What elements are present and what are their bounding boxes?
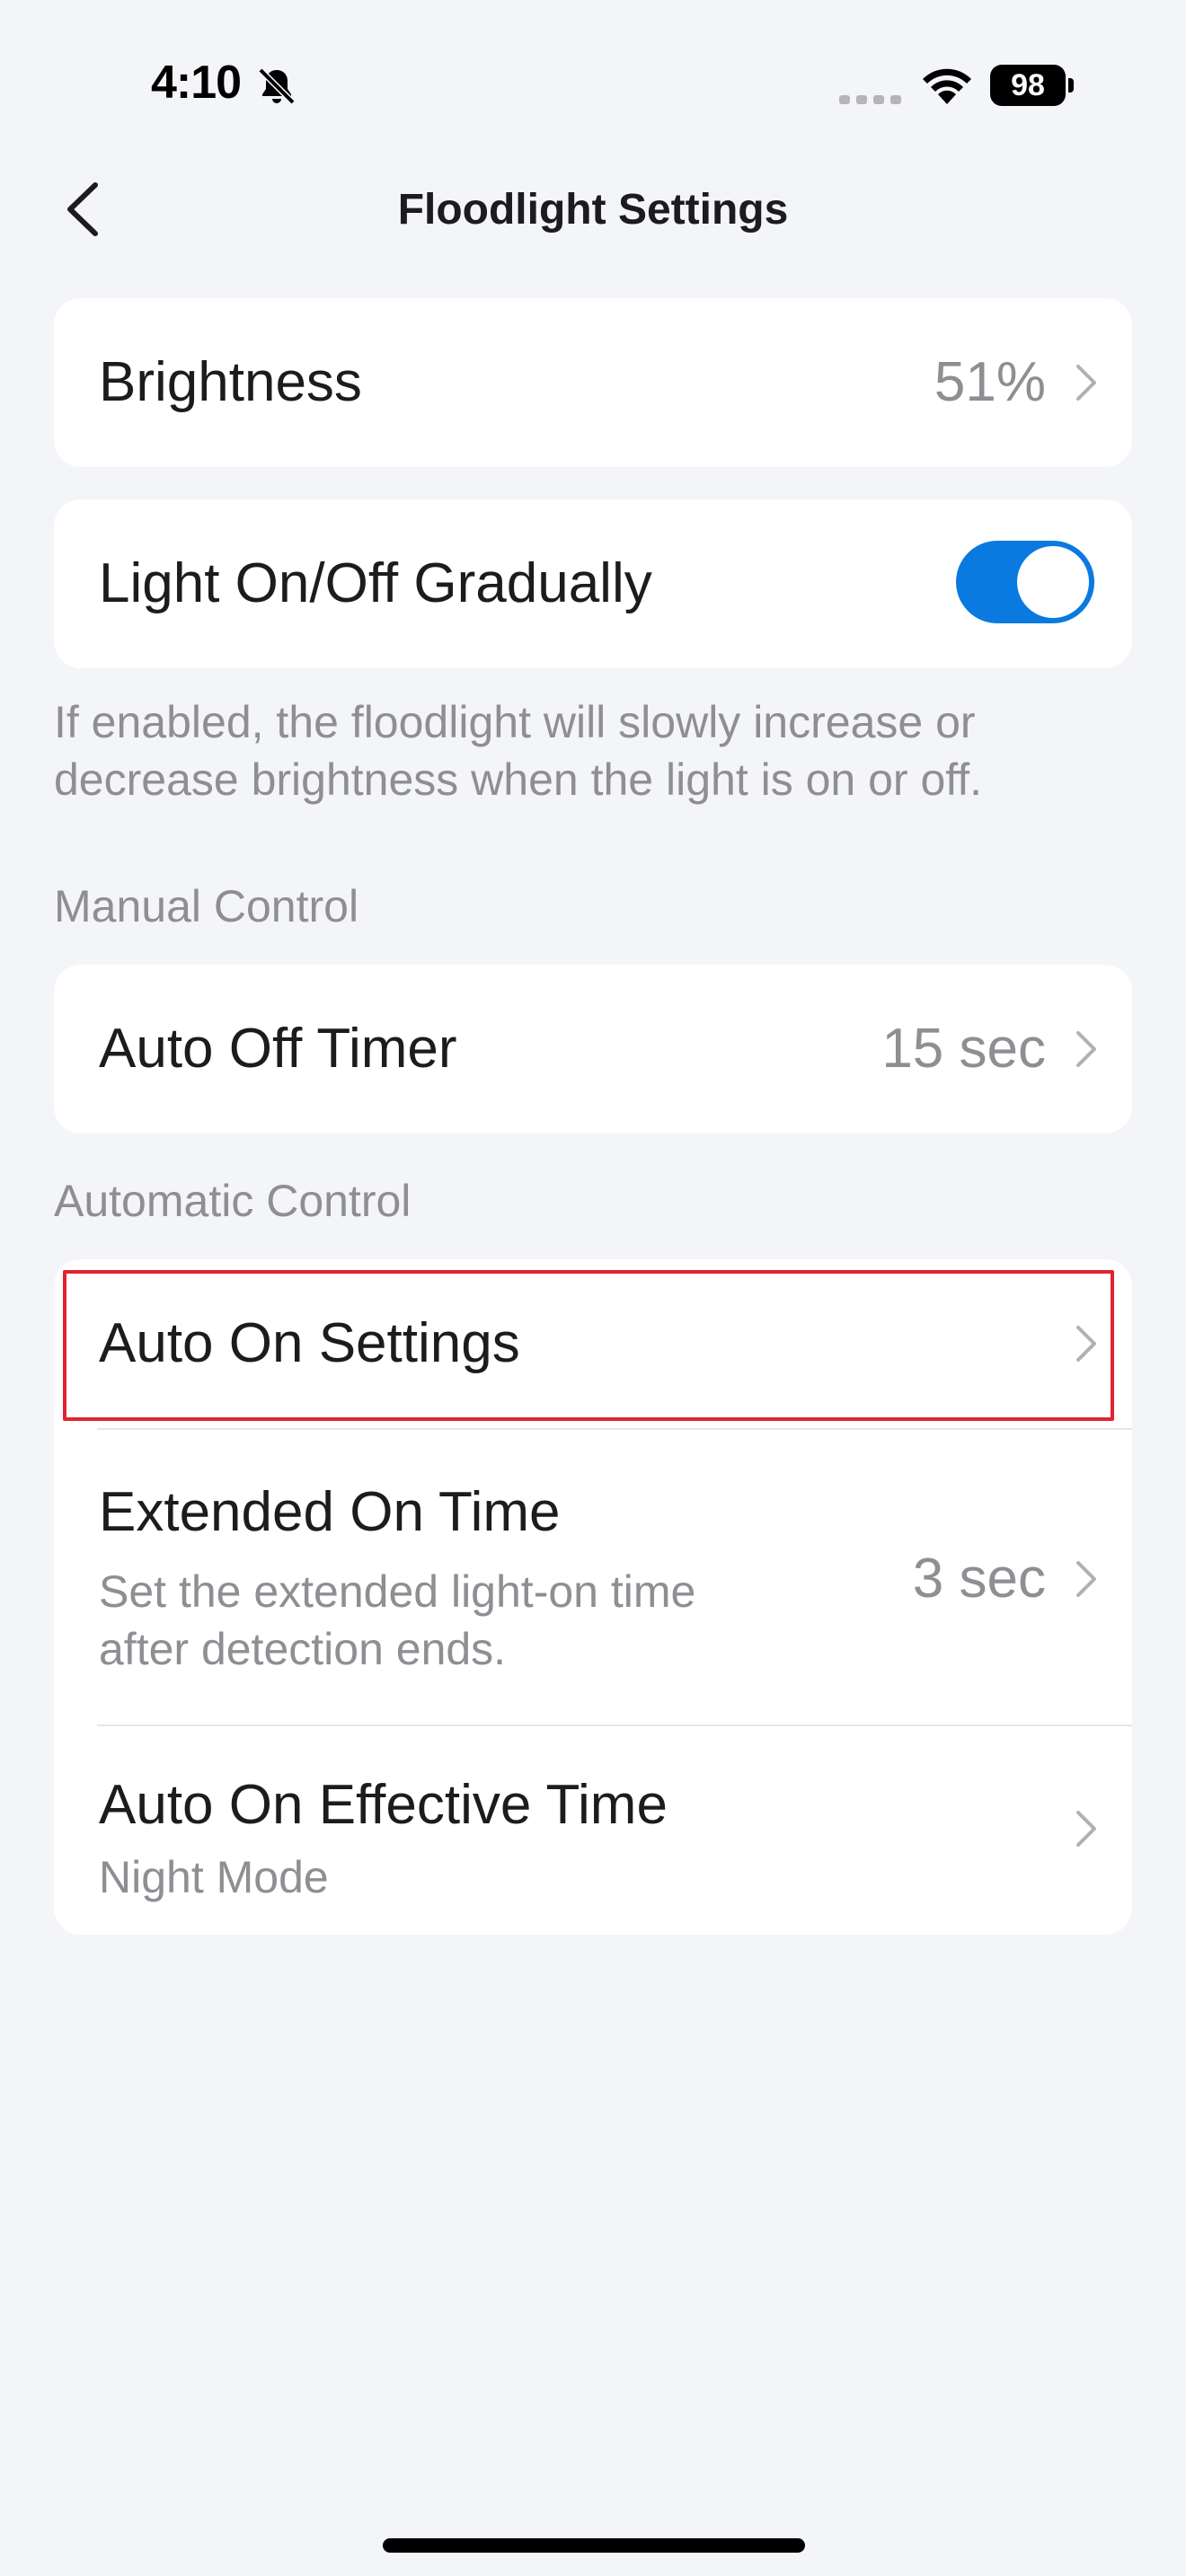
status-time: 4:10	[151, 57, 242, 109]
highlight-box	[63, 1270, 1114, 1421]
auto-on-effective-time-label: Auto On Effective Time	[99, 1774, 668, 1836]
light-gradual-row: Light On/Off Gradually	[54, 499, 1132, 668]
signal-icon	[839, 95, 901, 104]
section-header-manual-control: Manual Control	[54, 881, 359, 931]
section-header-automatic-control: Automatic Control	[54, 1176, 412, 1226]
auto-off-timer-row[interactable]: Auto Off Timer 15 sec	[54, 965, 1132, 1134]
floodlight-settings-screen: 4:10 98 Floodlight Settings Brightness 5…	[0, 0, 1186, 2576]
chevron-right-icon	[1076, 365, 1096, 401]
auto-on-effective-time-subtitle: Night Mode	[99, 1852, 329, 1902]
bell-slash-icon	[258, 67, 296, 105]
auto-off-timer-value: 15 sec	[881, 1018, 1046, 1080]
extended-on-time-row[interactable]: Extended On Time Set the extended light-…	[54, 1430, 1132, 1725]
extended-on-time-subtitle-line2: after detection ends.	[99, 1624, 507, 1674]
chevron-right-icon	[1076, 1811, 1096, 1847]
chevron-right-icon	[1076, 1561, 1096, 1597]
page-title: Floodlight Settings	[397, 186, 789, 234]
chevron-right-icon	[1076, 1031, 1096, 1067]
extended-on-time-subtitle-line1: Set the extended light-on time	[99, 1566, 696, 1617]
light-gradual-toggle[interactable]	[956, 541, 1094, 623]
battery-icon: 98	[990, 65, 1074, 106]
battery-tip	[1068, 78, 1074, 93]
extended-on-time-value: 3 sec	[912, 1548, 1046, 1610]
home-indicator[interactable]	[383, 2538, 805, 2553]
auto-on-effective-time-row[interactable]: Auto On Effective Time Night Mode	[54, 1726, 1132, 1935]
brightness-label: Brightness	[99, 351, 362, 413]
light-gradual-helper-text: If enabled, the floodlight will slowly i…	[54, 697, 983, 805]
brightness-value: 51%	[934, 351, 1046, 413]
battery-level: 98	[990, 65, 1066, 106]
toggle-knob	[1017, 546, 1089, 618]
brightness-row[interactable]: Brightness 51%	[54, 298, 1132, 467]
extended-on-time-label: Extended On Time	[99, 1481, 561, 1543]
auto-off-timer-label: Auto Off Timer	[99, 1018, 457, 1080]
wifi-icon	[923, 68, 971, 104]
light-gradual-label: Light On/Off Gradually	[99, 552, 652, 614]
